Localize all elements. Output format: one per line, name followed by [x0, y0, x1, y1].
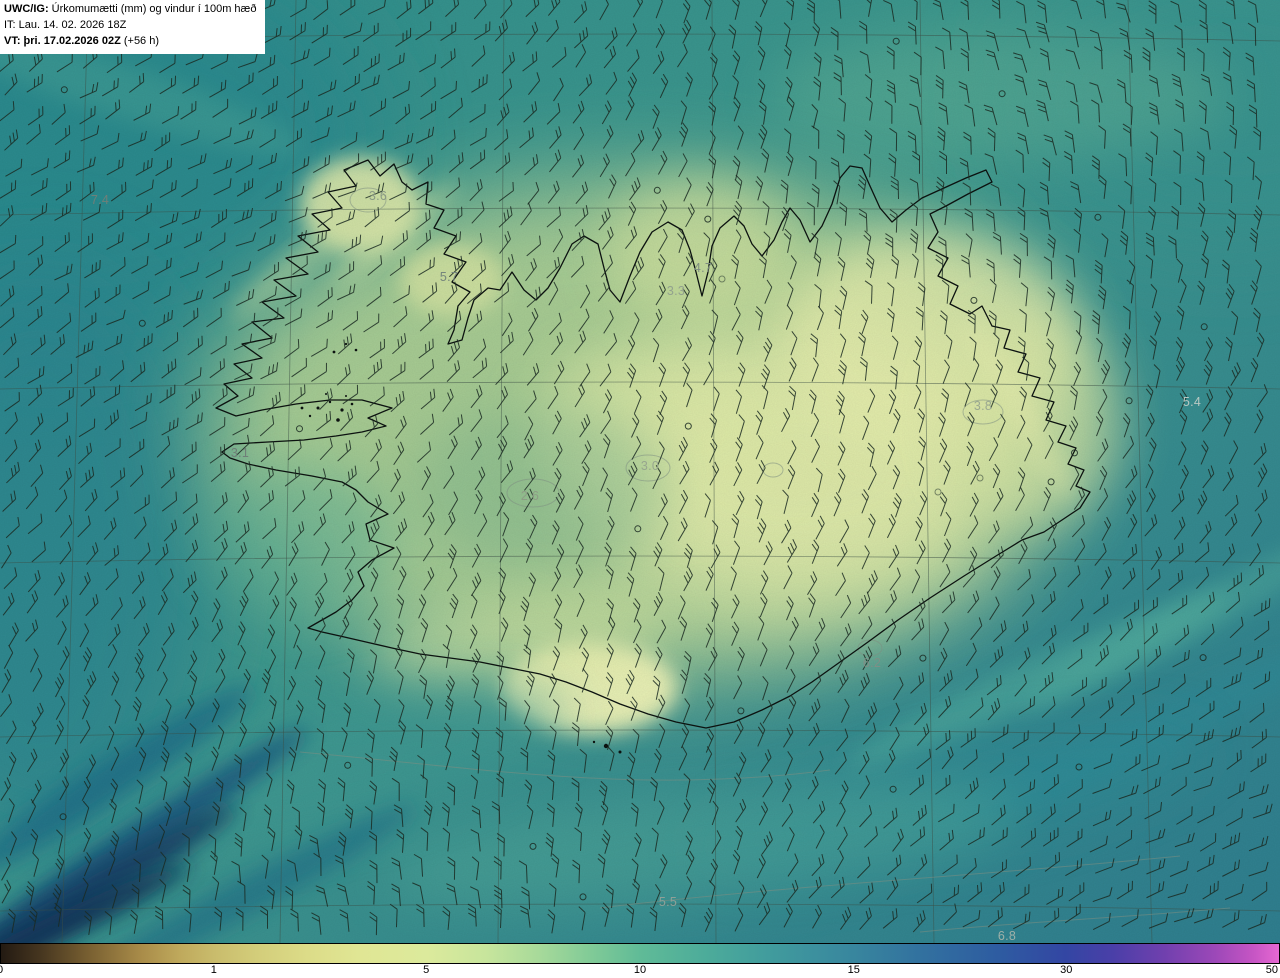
valid-time-line: VT: þri. 17.02.2026 02Z (+56 h): [4, 34, 256, 50]
colorbar-tick: 1: [210, 964, 217, 976]
valid-time: VT: þri. 17.02.2026 02Z: [4, 34, 121, 47]
legend-box: UWC/IG: Úrkomumætti (mm) og vindur í 100…: [0, 0, 266, 54]
colorbar-tick: 10: [633, 964, 647, 976]
colorbar-gradient: [0, 943, 1280, 964]
colorbar-tick: 50: [1265, 964, 1278, 976]
product-title: Úrkomumætti (mm) og vindur í 100m hæð: [48, 3, 257, 15]
product-code: UWC/IG:: [4, 3, 49, 15]
init-time-line: IT: Lau. 14. 02. 2026 18Z: [4, 18, 127, 31]
map-canvas: [0, 0, 1280, 943]
colorbar-tick: 5: [423, 964, 430, 976]
precipitation-field: [0, 0, 1280, 943]
lead-time: (+56 h): [120, 34, 160, 47]
colorbar-tick: 30: [1060, 964, 1073, 976]
legend-title-line: UWC/IG: Úrkomumætti (mm) og vindur í 100…: [4, 2, 256, 18]
colorbar-tick: 15: [847, 964, 860, 976]
colorbar-tick: 0: [0, 964, 3, 976]
weather-forecast-map: 7.4 3.6 5.7 4.7 3.3 3.8 5.4 3.1 2.6 3.0 6.2 5.5 6.8 …: [0, 0, 1280, 978]
colorbar: 01510153050: [0, 943, 1280, 978]
colorbar-tick-labels: 01510153050: [0, 964, 1280, 978]
